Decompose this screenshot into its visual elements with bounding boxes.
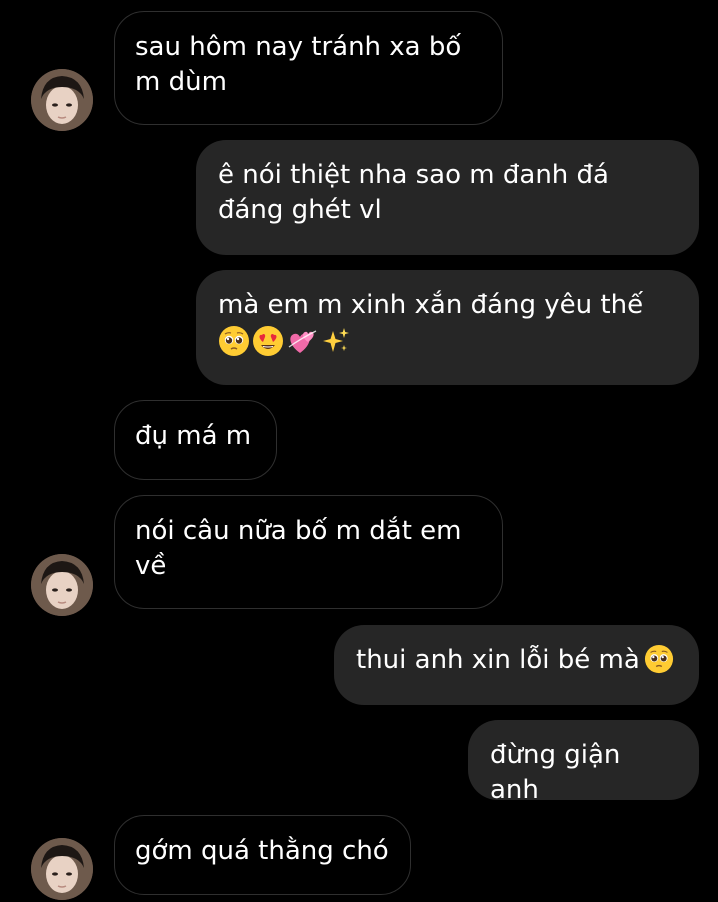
message-text: mà em m xinh xắn đáng yêu thế xyxy=(218,290,644,320)
message-text: thui anh xin lỗi bé mà xyxy=(356,645,640,675)
contact-avatar[interactable] xyxy=(31,838,93,900)
contact-avatar[interactable] xyxy=(31,69,93,131)
message-text: đụ má m xyxy=(135,421,252,451)
message-text: sau hôm nay tránh xa bố m dùm xyxy=(135,32,462,97)
sparkles-icon xyxy=(323,327,349,352)
avatar-photo xyxy=(31,69,93,131)
message-text: đừng giận anh xyxy=(490,740,621,805)
message-text: nói câu nữa bố m dắt em về xyxy=(135,516,462,581)
message-text: gớm quá thằng chó xyxy=(135,836,389,866)
revolving-hearts-icon xyxy=(288,329,317,353)
pleading-face-icon xyxy=(219,325,249,356)
incoming-message[interactable]: gớm quá thằng chó xyxy=(114,815,411,895)
heart-eyes-icon xyxy=(253,325,283,356)
message-text: ê nói thiệt nha sao m đanh đá đáng ghét … xyxy=(218,160,609,225)
incoming-message[interactable]: đụ má m xyxy=(114,400,277,480)
avatar-photo xyxy=(31,554,93,616)
outgoing-message[interactable]: thui anh xin lỗi bé mà xyxy=(334,625,699,705)
chat-thread: sau hôm nay tránh xa bố m dùm ê nói thiệ… xyxy=(0,0,718,902)
outgoing-message[interactable]: mà em m xinh xắn đáng yêu thế xyxy=(196,270,699,385)
avatar-photo xyxy=(31,838,93,900)
incoming-message[interactable]: sau hôm nay tránh xa bố m dùm xyxy=(114,11,503,125)
contact-avatar[interactable] xyxy=(31,554,93,616)
pleading-face-icon xyxy=(644,644,673,674)
outgoing-message[interactable]: đừng giận anh xyxy=(468,720,699,805)
emoji-row xyxy=(218,325,352,357)
outgoing-message[interactable]: ê nói thiệt nha sao m đanh đá đáng ghét … xyxy=(196,140,699,255)
incoming-message[interactable]: nói câu nữa bố m dắt em về xyxy=(114,495,503,609)
